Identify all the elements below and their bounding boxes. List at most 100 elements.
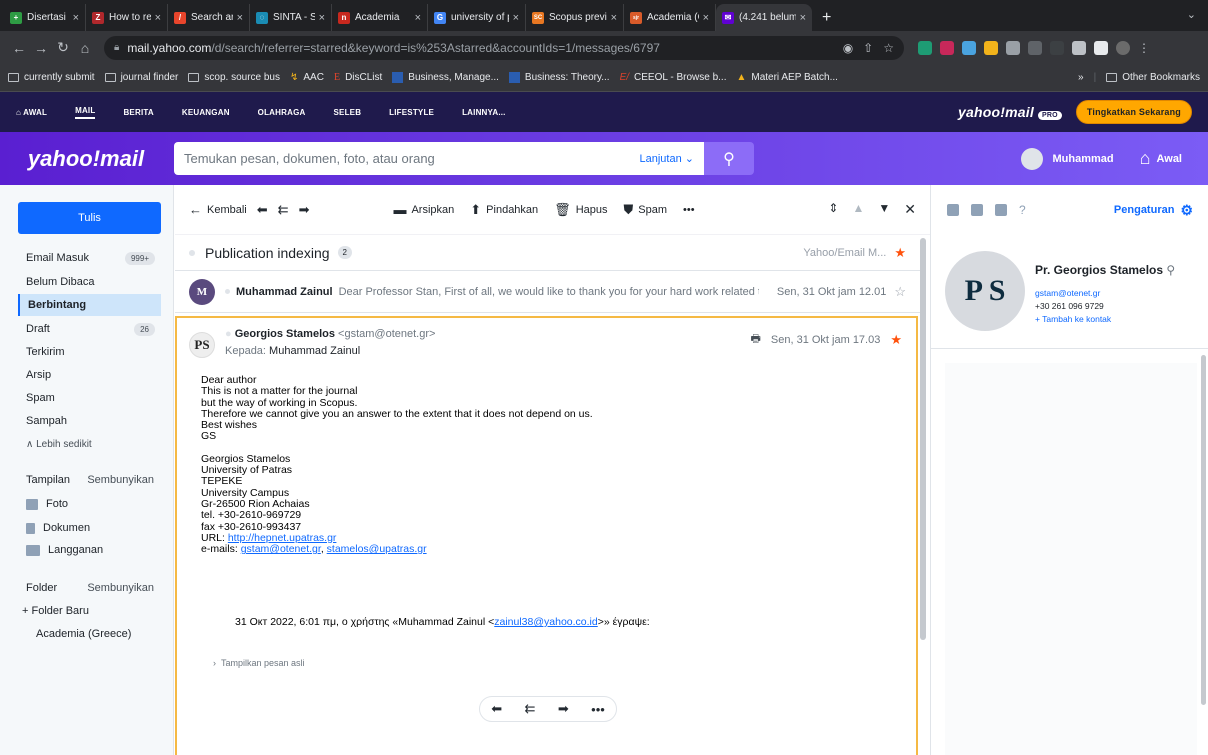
bookmark-star-icon[interactable]: ☆ bbox=[883, 41, 894, 55]
view-photos[interactable]: Foto bbox=[26, 498, 68, 510]
extension-icon[interactable] bbox=[1028, 40, 1042, 55]
sidebar-item-archive[interactable]: Arsip bbox=[18, 364, 161, 386]
sidebar-item-unread[interactable]: Belum Dibaca bbox=[18, 271, 161, 293]
reply-icon[interactable]: ⬅ bbox=[491, 701, 502, 717]
bookmark[interactable]: currently submit bbox=[8, 72, 95, 83]
nav-news[interactable]: BERITA bbox=[123, 108, 153, 117]
help-icon[interactable]: ? bbox=[1019, 203, 1026, 217]
reload-icon[interactable]: ↻ bbox=[52, 39, 74, 56]
star-icon[interactable]: ★ bbox=[894, 245, 906, 261]
back-arrow-icon[interactable]: ← bbox=[8, 40, 30, 56]
email-link[interactable]: stamelos@upatras.gr bbox=[327, 543, 427, 555]
forward-icon[interactable]: ➡ bbox=[558, 701, 569, 717]
sidebar-item-academia-greece[interactable]: Academia (Greece) bbox=[36, 628, 131, 640]
browser-tab[interactable]: Z How to retriev × bbox=[86, 4, 168, 31]
close-icon[interactable]: × bbox=[415, 12, 421, 24]
sidebar-item-sent[interactable]: Terkirim bbox=[18, 341, 161, 363]
close-icon[interactable]: × bbox=[800, 12, 806, 24]
browser-tab[interactable]: Guniversity of p × bbox=[428, 4, 526, 31]
extension-icon[interactable] bbox=[984, 40, 998, 55]
nav-home[interactable]: ⌂ AWAL bbox=[16, 108, 47, 117]
sidebar-item-drafts[interactable]: Draft 26 bbox=[18, 318, 161, 340]
sidebar-item-inbox[interactable]: Email Masuk 999+ bbox=[18, 247, 161, 269]
close-icon[interactable]: × bbox=[319, 12, 325, 24]
close-icon[interactable]: × bbox=[611, 12, 617, 24]
kebab-menu-icon[interactable]: ⋮ bbox=[1138, 41, 1150, 55]
close-icon[interactable]: × bbox=[237, 12, 243, 24]
star-icon[interactable]: ☆ bbox=[894, 284, 906, 300]
view-subscriptions[interactable]: Langganan bbox=[26, 544, 103, 556]
nav-mail[interactable]: MAIL bbox=[75, 106, 96, 119]
nav-sports[interactable]: OLAHRAGA bbox=[258, 108, 306, 117]
more-bookmarks-button[interactable]: » bbox=[1078, 72, 1084, 83]
close-icon[interactable]: × bbox=[73, 12, 79, 24]
avatar[interactable] bbox=[1116, 40, 1130, 55]
share-icon[interactable]: ⇧ bbox=[863, 41, 873, 55]
nav-lifestyle[interactable]: LIFESTYLE bbox=[389, 108, 434, 117]
extension-icon[interactable] bbox=[1050, 40, 1064, 55]
view-documents[interactable]: Dokumen bbox=[26, 522, 90, 534]
reply-all-icon[interactable]: ⇇ bbox=[278, 202, 289, 218]
close-icon[interactable]: ✕ bbox=[904, 201, 916, 218]
sidepanel-icon[interactable] bbox=[1094, 40, 1108, 55]
bookmark[interactable]: scop. source bus bbox=[188, 72, 280, 83]
browser-tab[interactable]: n Academia × bbox=[332, 4, 428, 31]
email-link[interactable]: zainul38@yahoo.co.id bbox=[494, 616, 597, 628]
close-icon[interactable]: × bbox=[513, 12, 519, 24]
extension-icon[interactable] bbox=[1006, 40, 1020, 55]
new-tab-button[interactable]: + bbox=[822, 4, 831, 31]
next-message-icon[interactable]: ▼ bbox=[878, 201, 890, 218]
show-less-link[interactable]: ∧ Lebih sedikit bbox=[18, 433, 161, 455]
bookmark[interactable]: E/CEEOL - Browse b... bbox=[620, 72, 727, 83]
scrollbar[interactable] bbox=[1201, 355, 1206, 705]
star-icon[interactable]: ★ bbox=[890, 332, 902, 348]
sender-name[interactable]: Georgios Stamelos bbox=[235, 328, 335, 340]
email-link[interactable]: gstam@otenet.gr bbox=[241, 543, 321, 555]
scrollbar[interactable] bbox=[920, 238, 926, 640]
show-original-toggle[interactable]: › Tampilkan pesan asli bbox=[213, 658, 305, 668]
close-icon[interactable]: × bbox=[155, 12, 161, 24]
google-lens-icon[interactable]: ◉ bbox=[843, 41, 853, 55]
search-button[interactable]: ⚲ bbox=[704, 142, 754, 175]
print-icon[interactable]: 🖶︎ bbox=[751, 330, 761, 349]
user-menu[interactable]: Muhammad bbox=[1020, 147, 1114, 170]
yahoo-mail-logo[interactable]: yahoo!mail bbox=[0, 146, 172, 172]
advanced-search-button[interactable]: Lanjutan ⌄ bbox=[640, 152, 695, 165]
browser-tab[interactable]: ◌ SINTA - Scien × bbox=[250, 4, 332, 31]
sidebar-item-trash[interactable]: Sampah bbox=[18, 410, 161, 432]
add-contact-link[interactable]: + Tambah ke kontak bbox=[1035, 314, 1111, 324]
yahoo-mail-pro-logo[interactable]: yahoo!mail PRO bbox=[958, 104, 1062, 120]
puzzle-icon[interactable] bbox=[1072, 40, 1086, 55]
search-icon[interactable]: ⚲ bbox=[1166, 263, 1175, 277]
delete-button[interactable]: 🗑︎ Hapus bbox=[554, 202, 607, 218]
forward-icon[interactable]: ➡ bbox=[299, 202, 310, 218]
website-link[interactable]: http://hepnet.upatras.gr bbox=[228, 532, 337, 544]
sidebar-item-spam[interactable]: Spam bbox=[18, 387, 161, 409]
close-icon[interactable]: × bbox=[703, 12, 709, 24]
bookmark[interactable]: ↯ AAC bbox=[290, 72, 324, 83]
more-icon[interactable]: ••• bbox=[591, 702, 605, 717]
bookmark[interactable]: journal finder bbox=[104, 72, 178, 83]
browser-tab[interactable]: / Search article × bbox=[168, 4, 250, 31]
notepad-icon[interactable] bbox=[995, 204, 1007, 216]
address-bar[interactable]: 🔒︎ mail.yahoo.com/d/search/referrer=star… bbox=[104, 35, 904, 60]
more-button[interactable]: ••• bbox=[683, 204, 695, 216]
home-link[interactable]: ⌂ Awal bbox=[1140, 148, 1182, 169]
hide-views-link[interactable]: Sembunyikan bbox=[87, 474, 154, 486]
reply-icon[interactable]: ⬅ bbox=[257, 202, 268, 218]
extension-icon[interactable] bbox=[918, 40, 932, 55]
nav-finance[interactable]: KEUANGAN bbox=[182, 108, 230, 117]
chevron-down-icon[interactable]: ⌄ bbox=[1187, 8, 1196, 21]
archive-button[interactable]: ▬ Arsipkan bbox=[393, 202, 454, 217]
forward-arrow-icon[interactable]: → bbox=[30, 40, 52, 56]
browser-tab[interactable]: SC Scopus previe × bbox=[526, 4, 624, 31]
browser-tab[interactable]: + Disertasi S3 Z × bbox=[4, 4, 86, 31]
recipient-name[interactable]: Muhammad Zainul bbox=[269, 345, 360, 357]
home-icon[interactable]: ⌂ bbox=[74, 40, 96, 56]
contact-email[interactable]: gstam@otenet.gr bbox=[1035, 288, 1100, 298]
extension-icon[interactable] bbox=[962, 40, 976, 55]
back-button[interactable]: ← Kembali bbox=[189, 202, 247, 217]
upgrade-button[interactable]: Tingkatkan Sekarang bbox=[1075, 100, 1192, 124]
settings-button[interactable]: Pengaturan ⚙ bbox=[1114, 202, 1193, 219]
reply-all-icon[interactable]: ⇇ bbox=[525, 701, 536, 717]
